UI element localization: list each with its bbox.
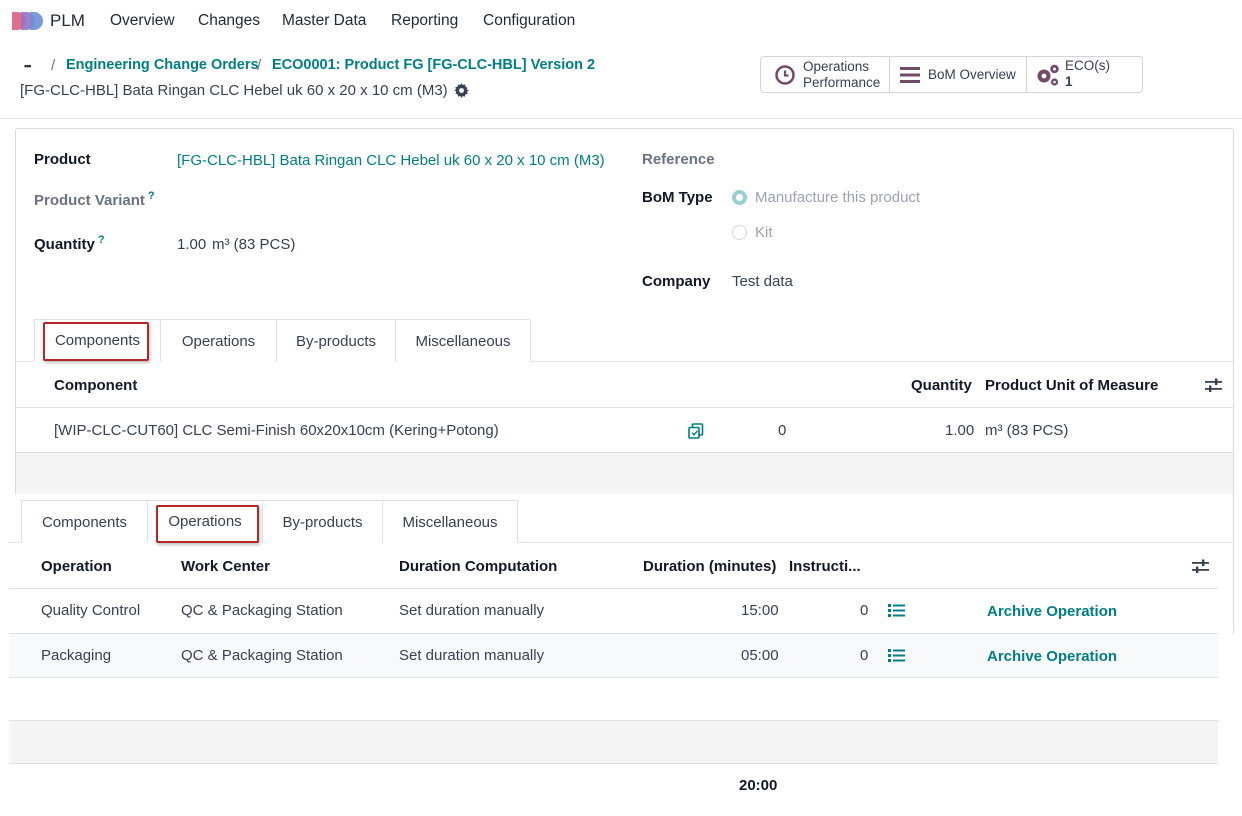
product-label: Product	[34, 151, 91, 168]
column-header-operation[interactable]: Operation	[41, 558, 112, 575]
table-empty-row	[16, 453, 1233, 494]
app-name[interactable]: PLM	[50, 11, 85, 31]
bom-type-manufacture-label[interactable]: Manufacture this product	[755, 189, 920, 206]
breadcrumb-eco-record[interactable]: ECO0001: Product FG [FG-CLC-HBL] Version…	[272, 57, 595, 73]
operations-performance-button[interactable]: Operations Performance	[761, 57, 890, 92]
column-header-component[interactable]: Component	[54, 377, 137, 394]
operation-cell[interactable]: Packaging	[41, 647, 111, 664]
tab-components[interactable]: Components	[21, 500, 148, 543]
work-center-cell[interactable]: QC & Packaging Station	[181, 602, 343, 619]
gears-icon	[1037, 64, 1059, 86]
list-icon	[900, 66, 920, 83]
instructions-count-cell: 0	[860, 647, 869, 664]
instructions-count-cell: 0	[860, 602, 869, 619]
top-navbar: PLM Overview Changes Master Data Reporti…	[0, 0, 1242, 44]
breadcrumb-more-button[interactable]: •••	[24, 61, 32, 71]
product-variant-label: Product Variant?	[34, 190, 155, 209]
gear-icon[interactable]	[454, 83, 469, 98]
column-header-duration[interactable]: Duration (minutes)	[643, 558, 776, 575]
bom-type-manufacture-radio[interactable]	[732, 190, 747, 205]
nav-overview[interactable]: Overview	[110, 12, 175, 30]
tab-miscellaneous[interactable]: Miscellaneous	[395, 319, 531, 362]
highlight-box	[156, 505, 259, 543]
table-divider	[9, 763, 1218, 764]
archive-operation-button[interactable]: Archive Operation	[987, 603, 1117, 620]
quantity-label: Quantity?	[34, 234, 105, 253]
column-header-quantity[interactable]: Quantity	[911, 377, 972, 394]
table-divider	[9, 588, 1218, 589]
smart-button-label: BoM Overview	[928, 66, 1016, 82]
duration-cell[interactable]: 15:00	[741, 602, 779, 619]
nav-reporting[interactable]: Reporting	[391, 12, 458, 30]
app-logo-icon[interactable]	[11, 11, 43, 31]
smart-button-label: ECO(s)	[1065, 57, 1110, 73]
bom-type-label: BoM Type	[642, 189, 713, 206]
quantity-label-text: Quantity	[34, 236, 95, 253]
help-icon[interactable]: ?	[98, 234, 105, 246]
work-center-cell[interactable]: QC & Packaging Station	[181, 647, 343, 664]
highlight-box	[43, 322, 149, 361]
reference-label: Reference	[642, 151, 715, 168]
breadcrumb-separator: /	[51, 57, 56, 74]
optional-columns-icon[interactable]	[1192, 558, 1209, 575]
quantity-field[interactable]: 1.00	[177, 236, 206, 253]
tab-by-products[interactable]: By-products	[276, 319, 396, 362]
list-bullets-icon[interactable]	[888, 648, 905, 663]
smart-buttons: Operations Performance BoM Overview ECO(…	[760, 56, 1143, 93]
smart-button-label: Operations	[803, 58, 870, 74]
table-empty-row	[9, 721, 1218, 763]
component-cell[interactable]: [WIP-CLC-CUT60] CLC Semi-Finish 60x20x10…	[54, 422, 499, 439]
table-divider	[9, 677, 1218, 678]
component-uom-cell[interactable]: m³ (83 PCS)	[985, 422, 1068, 439]
clock-icon	[775, 64, 795, 85]
column-header-work-center[interactable]: Work Center	[181, 558, 270, 575]
bom-type-kit-label[interactable]: Kit	[755, 224, 773, 241]
optional-columns-icon[interactable]	[1205, 377, 1222, 394]
page-title: [FG-CLC-HBL] Bata Ringan CLC Hebel uk 60…	[20, 82, 448, 99]
product-variant-label-text: Product Variant	[34, 192, 145, 209]
breadcrumb-eco-list[interactable]: Engineering Change Orders	[66, 57, 259, 73]
quantity-uom: m³ (83 PCS)	[212, 236, 296, 253]
header-divider	[0, 118, 1242, 119]
tab-operations[interactable]: Operations	[160, 319, 277, 362]
bom-overview-button[interactable]: BoM Overview	[890, 57, 1027, 92]
duration-cell[interactable]: 05:00	[741, 647, 779, 664]
nav-master-data[interactable]: Master Data	[282, 12, 366, 30]
help-icon[interactable]: ?	[148, 190, 155, 202]
eco-count: 1	[1065, 73, 1073, 89]
duration-computation-cell[interactable]: Set duration manually	[399, 602, 544, 619]
column-header-duration-computation[interactable]: Duration Computation	[399, 558, 557, 575]
archive-operation-button[interactable]: Archive Operation	[987, 648, 1117, 665]
breadcrumb-separator: /	[257, 57, 262, 74]
operation-cell[interactable]: Quality Control	[41, 602, 140, 619]
company-field[interactable]: Test data	[732, 273, 793, 290]
total-duration: 20:00	[739, 777, 778, 794]
smart-button-label: Performance	[803, 74, 881, 90]
tab-miscellaneous[interactable]: Miscellaneous	[382, 500, 518, 543]
duration-computation-cell[interactable]: Set duration manually	[399, 647, 544, 664]
column-header-uom[interactable]: Product Unit of Measure	[985, 377, 1158, 394]
tab-by-products[interactable]: By-products	[262, 500, 383, 543]
nav-configuration[interactable]: Configuration	[483, 12, 575, 30]
bom-type-kit-radio[interactable]	[732, 225, 747, 240]
column-header-instructions[interactable]: Instructi...	[789, 558, 861, 575]
table-divider	[16, 407, 1233, 408]
company-label: Company	[642, 273, 711, 290]
list-bullets-icon[interactable]	[888, 603, 905, 618]
component-count-cell: 0	[778, 422, 787, 439]
product-field[interactable]: [FG-CLC-HBL] Bata Ringan CLC Hebel uk 60…	[177, 152, 605, 169]
ecos-button[interactable]: ECO(s) 1	[1027, 57, 1142, 92]
nav-changes[interactable]: Changes	[198, 12, 260, 30]
copy-icon[interactable]	[688, 423, 704, 439]
component-quantity-cell[interactable]: 1.00	[945, 422, 974, 439]
